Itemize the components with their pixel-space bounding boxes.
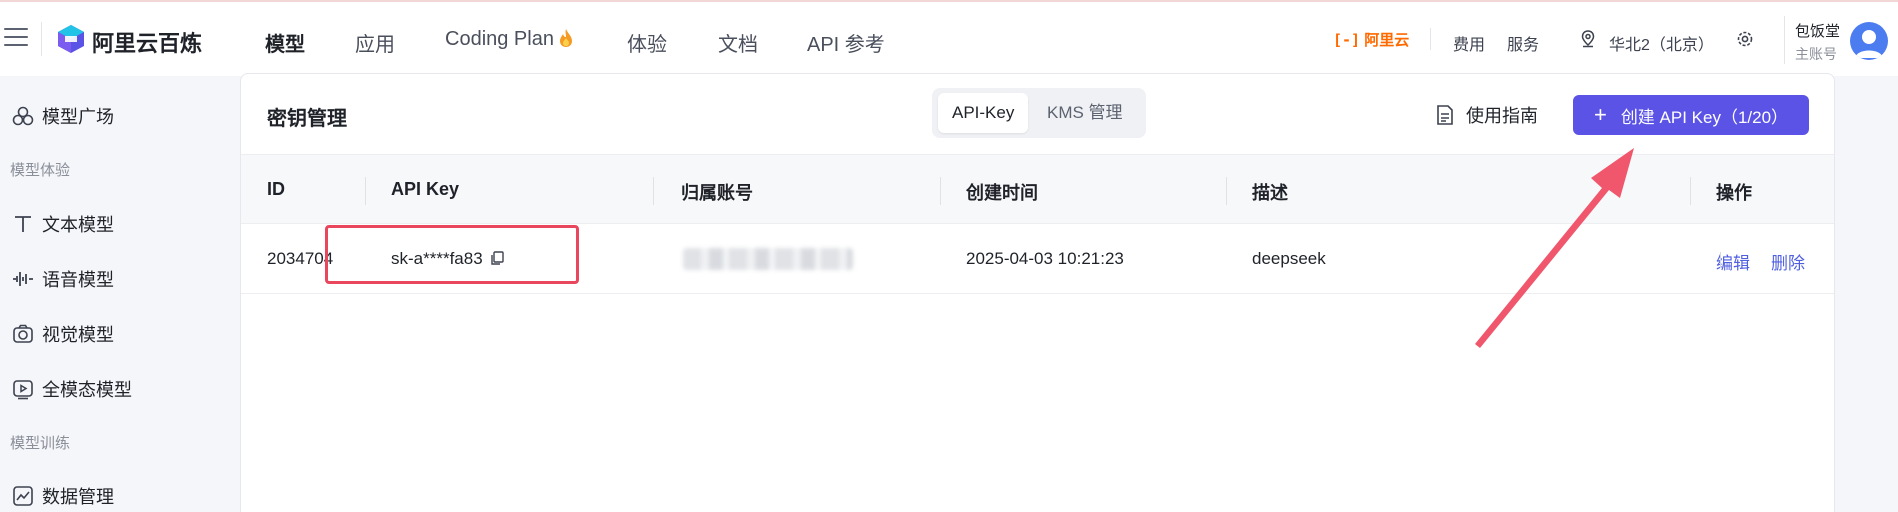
nav-models[interactable]: 模型 bbox=[265, 28, 305, 57]
create-api-key-label: 创建 API Key（1/20） bbox=[1620, 107, 1789, 127]
billing-link[interactable]: 费用 bbox=[1453, 31, 1485, 55]
top-bar: 阿里云百炼 模型 应用 Coding Plan 体验 文档 API 参考 [-]… bbox=[0, 0, 1898, 76]
column-divider bbox=[1226, 177, 1227, 205]
document-icon bbox=[1437, 105, 1453, 125]
user-name[interactable]: 包饭堂 bbox=[1795, 20, 1840, 41]
sidebar-item-audio-models[interactable]: 语音模型 bbox=[12, 266, 114, 292]
nav-apps[interactable]: 应用 bbox=[355, 28, 395, 57]
sidebar-item-model-plaza[interactable]: 模型广场 bbox=[12, 103, 114, 129]
model-plaza-icon bbox=[12, 106, 34, 126]
user-avatar-icon bbox=[1855, 30, 1883, 58]
sidebar-item-vision-models[interactable]: 视觉模型 bbox=[12, 321, 114, 347]
sidebar-group-model-training: 模型训练 bbox=[10, 435, 71, 452]
divider bbox=[1784, 16, 1785, 64]
sidebar-item-data-management[interactable]: 数据管理 bbox=[12, 483, 114, 509]
nav-docs[interactable]: 文档 bbox=[718, 28, 758, 57]
column-header-api-key: API Key bbox=[391, 179, 460, 199]
nav-api-reference[interactable]: API 参考 bbox=[807, 28, 885, 57]
delete-link[interactable]: 删除 bbox=[1771, 249, 1805, 274]
aliyun-logo[interactable]: [-] 阿里云 bbox=[1333, 29, 1409, 50]
chart-icon bbox=[13, 486, 33, 506]
column-divider bbox=[940, 177, 941, 205]
cell-id: 2034704 bbox=[267, 249, 334, 268]
nav-coding-plan-label: Coding Plan bbox=[445, 28, 554, 50]
sidebar-item-omni-models[interactable]: 全模态模型 bbox=[12, 376, 132, 402]
service-link[interactable]: 服务 bbox=[1507, 31, 1539, 55]
location-icon bbox=[1581, 30, 1595, 48]
create-api-key-button[interactable]: + 创建 API Key（1/20） bbox=[1573, 95, 1809, 135]
usage-guide-label: 使用指南 bbox=[1466, 106, 1538, 126]
gear-icon[interactable] bbox=[1735, 29, 1755, 49]
account-redacted bbox=[683, 248, 853, 270]
page-title: 密钥管理 bbox=[267, 108, 347, 130]
bailian-logo-icon bbox=[58, 25, 84, 53]
sidebar-item-label: 模型广场 bbox=[42, 107, 114, 127]
annotation-arrow-icon bbox=[1475, 148, 1634, 348]
sidebar-group-model-experience: 模型体验 bbox=[10, 162, 71, 179]
action-divider bbox=[1720, 252, 1721, 268]
sidebar-item-label: 视觉模型 bbox=[42, 325, 114, 345]
text-icon bbox=[15, 216, 31, 232]
column-header-description: 描述 bbox=[1252, 183, 1288, 203]
sidebar-item-text-models[interactable]: 文本模型 bbox=[12, 211, 114, 237]
camera-icon bbox=[13, 324, 33, 343]
video-icon bbox=[13, 380, 33, 400]
edit-link[interactable]: 编辑 bbox=[1716, 249, 1750, 274]
column-divider bbox=[653, 177, 654, 205]
column-header-actions: 操作 bbox=[1716, 183, 1752, 203]
sidebar-item-label: 数据管理 bbox=[42, 487, 114, 507]
tab-kms-management[interactable]: KMS 管理 bbox=[1033, 93, 1137, 133]
cell-created-time: 2025-04-03 10:21:23 bbox=[966, 249, 1124, 268]
divider bbox=[41, 22, 42, 56]
sidebar-item-label: 文本模型 bbox=[42, 215, 114, 235]
region-selector[interactable]: 华北2（北京） bbox=[1609, 31, 1714, 55]
menu-icon[interactable] bbox=[4, 28, 28, 48]
api-key-highlight-box bbox=[325, 225, 579, 284]
column-divider bbox=[365, 177, 366, 205]
sidebar-item-label: 全模态模型 bbox=[42, 380, 132, 400]
avatar[interactable] bbox=[1850, 22, 1888, 60]
column-divider bbox=[1690, 177, 1691, 205]
aliyun-logo-text: 阿里云 bbox=[1364, 32, 1410, 49]
sidebar-item-label: 语音模型 bbox=[42, 270, 114, 290]
column-header-id: ID bbox=[267, 179, 285, 199]
usage-guide-link[interactable]: 使用指南 bbox=[1436, 102, 1538, 128]
divider bbox=[1430, 28, 1431, 50]
tab-switcher: API-Key KMS 管理 bbox=[932, 88, 1146, 138]
audio-wave-icon bbox=[13, 272, 33, 286]
aliyun-bracket-icon: [-] bbox=[1333, 31, 1361, 49]
user-role: 主账号 bbox=[1795, 46, 1837, 62]
nav-experience[interactable]: 体验 bbox=[627, 28, 667, 57]
nav-coding-plan[interactable]: Coding Plan bbox=[445, 28, 574, 51]
tab-api-key[interactable]: API-Key bbox=[938, 93, 1029, 133]
flame-icon bbox=[559, 29, 572, 47]
column-header-created: 创建时间 bbox=[966, 183, 1038, 203]
column-header-account: 归属账号 bbox=[681, 183, 753, 203]
cell-description: deepseek bbox=[1252, 249, 1326, 268]
plus-icon: + bbox=[1593, 102, 1607, 127]
brand-name[interactable]: 阿里云百炼 bbox=[92, 26, 202, 58]
